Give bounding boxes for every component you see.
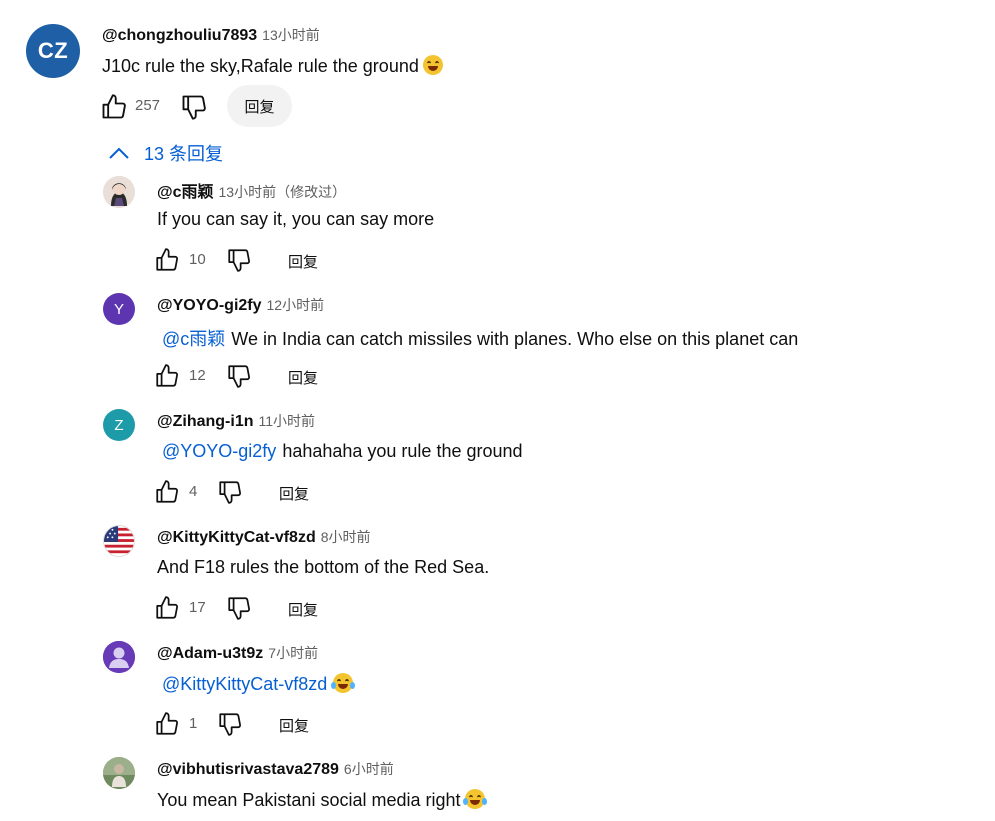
reply-text: @c雨颖 We in India can catch missiles with …	[162, 325, 798, 351]
reply-header: @Adam-u3t9z 7小时前	[157, 643, 318, 663]
thumbs-up-icon	[156, 364, 178, 387]
like-button[interactable]	[154, 363, 180, 389]
comment-author[interactable]: @chongzhouliu7893	[102, 27, 257, 44]
user-photo-icon	[103, 176, 135, 208]
mention-link[interactable]: @KittyKittyCat-vf8zd	[162, 674, 327, 694]
dislike-button[interactable]	[180, 93, 208, 121]
thumbs-down-icon	[228, 249, 250, 272]
dislike-button[interactable]	[226, 247, 252, 273]
replies-toggle-label: 13 条回复	[144, 144, 224, 164]
chevron-up-icon	[109, 147, 129, 159]
default-user-icon	[103, 641, 135, 673]
thumbs-up-icon	[156, 596, 178, 619]
dislike-button[interactable]	[217, 711, 243, 737]
mention-link[interactable]: @YOYO-gi2fy	[162, 441, 276, 461]
like-count: 1	[189, 715, 198, 732]
reply-header: @YOYO-gi2fy 12小时前	[157, 295, 324, 315]
reply-button[interactable]: 回复	[279, 483, 309, 504]
reply-button[interactable]: 回复	[288, 251, 318, 272]
tears-of-joy-emoji-icon	[462, 789, 487, 809]
dislike-button[interactable]	[217, 479, 243, 505]
like-count: 4	[189, 483, 198, 500]
reply-button[interactable]: 回复	[288, 367, 318, 388]
reply-author[interactable]: @Adam-u3t9z	[157, 645, 263, 662]
reply-body: We in India can catch missiles with plan…	[231, 329, 799, 349]
thumbs-down-icon	[228, 365, 250, 388]
us-flag-icon	[104, 526, 134, 556]
reply-body: If you can say it, you can say more	[157, 209, 435, 229]
dislike-button[interactable]	[226, 595, 252, 621]
reply-header: @vibhutisrivastava2789 6小时前	[157, 759, 394, 779]
comment-time[interactable]: 13小时前	[262, 27, 320, 43]
reply-text: You mean Pakistani social media right	[157, 789, 487, 811]
avatar[interactable]: CZ	[26, 24, 80, 78]
tears-of-joy-emoji-icon	[331, 673, 356, 693]
reply-time[interactable]: 8小时前	[321, 529, 371, 545]
reply-author[interactable]: @KittyKittyCat-vf8zd	[157, 529, 316, 546]
grinning-squinting-emoji-icon	[422, 55, 443, 75]
reply-body: You mean Pakistani social media right	[157, 790, 461, 810]
like-count: 12	[189, 367, 206, 384]
reply-text: If you can say it, you can say more	[157, 209, 434, 230]
reply-time[interactable]: 11小时前	[258, 413, 315, 429]
like-button[interactable]	[154, 595, 180, 621]
like-count: 17	[189, 599, 206, 616]
reply-button[interactable]: 回复	[227, 85, 292, 127]
avatar[interactable]	[103, 757, 135, 789]
avatar[interactable]: Y	[103, 293, 135, 325]
reply-author[interactable]: @YOYO-gi2fy	[157, 297, 262, 314]
like-button[interactable]	[154, 711, 180, 737]
reply-header: @KittyKittyCat-vf8zd 8小时前	[157, 527, 371, 547]
thumbs-up-icon	[102, 94, 126, 119]
comment-header: @chongzhouliu7893 13小时前	[102, 25, 320, 45]
reply-body: And F18 rules the bottom of the Red Sea.	[157, 557, 490, 577]
reply-button[interactable]: 回复	[279, 715, 309, 736]
dislike-button[interactable]	[226, 363, 252, 389]
reply-author[interactable]: @vibhutisrivastava2789	[157, 761, 339, 778]
thumbs-down-icon	[228, 597, 250, 620]
like-button[interactable]	[154, 479, 180, 505]
thumbs-up-icon	[156, 712, 178, 735]
avatar[interactable]: Z	[103, 409, 135, 441]
reply-button[interactable]: 回复	[288, 599, 318, 620]
reply-time[interactable]: 12小时前	[267, 297, 325, 313]
comment-text: J10c rule the sky,Rafale rule the ground	[102, 55, 443, 77]
reply-text: @YOYO-gi2fy hahahaha you rule the ground	[162, 441, 523, 462]
avatar[interactable]	[103, 525, 135, 557]
mention-link[interactable]: @c雨颖	[162, 329, 225, 349]
reply-header: @c雨颖 13小时前（修改过）	[157, 178, 346, 202]
like-button[interactable]	[100, 93, 128, 121]
reply-time[interactable]: 13小时前（修改过）	[219, 184, 347, 200]
reply-text: @KittyKittyCat-vf8zd	[162, 673, 356, 695]
like-count: 257	[135, 97, 161, 114]
avatar[interactable]	[103, 641, 135, 673]
thumbs-down-icon	[182, 95, 206, 120]
avatar[interactable]	[103, 176, 135, 208]
reply-time[interactable]: 7小时前	[268, 645, 318, 661]
reply-author[interactable]: @Zihang-i1n	[157, 413, 253, 430]
comment-body: J10c rule the sky,Rafale rule the ground	[102, 56, 419, 76]
reply-header: @Zihang-i1n 11小时前	[157, 411, 315, 431]
replies-toggle[interactable]: 13 条回复	[108, 140, 223, 166]
thumbs-down-icon	[219, 481, 241, 504]
thumbs-up-icon	[156, 248, 178, 271]
reply-text: And F18 rules the bottom of the Red Sea.	[157, 557, 489, 578]
thumbs-up-icon	[156, 480, 178, 503]
like-button[interactable]	[154, 247, 180, 273]
thumbs-down-icon	[219, 713, 241, 736]
user-photo-icon	[103, 757, 135, 789]
like-count: 10	[189, 251, 206, 268]
reply-body: hahahaha you rule the ground	[282, 441, 523, 461]
reply-author[interactable]: @c雨颖	[157, 184, 214, 201]
reply-time[interactable]: 6小时前	[344, 761, 394, 777]
